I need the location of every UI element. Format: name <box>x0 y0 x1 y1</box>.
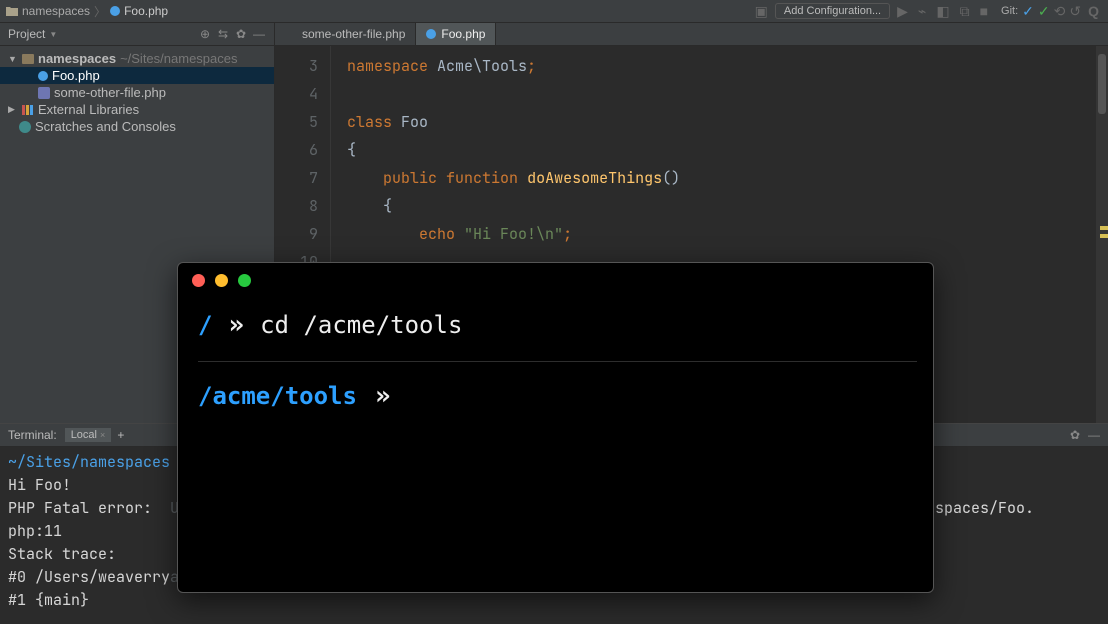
tab-foo[interactable]: Foo.php <box>416 23 496 45</box>
terminal-line: #1 {main} <box>8 590 89 610</box>
terminal-line: #0 /Users/weaverry <box>8 567 170 587</box>
arrow-right-icon: ▶ <box>8 104 18 115</box>
chevron-right-icon: 〉 <box>94 3 106 20</box>
run-icon[interactable]: ▶ <box>894 2 911 21</box>
overlay-titlebar[interactable] <box>178 263 933 297</box>
project-header: Project ▼ ⊕ ⇆ ✿ — <box>0 23 274 46</box>
terminal-line: PHP Fatal error: <box>8 498 170 518</box>
scratches-icon <box>19 121 31 133</box>
tree-root-name: namespaces <box>38 51 116 66</box>
tree-file-foo[interactable]: Foo.php <box>0 67 274 84</box>
php-class-icon <box>426 29 436 39</box>
breadcrumb-file-label: Foo.php <box>124 4 168 18</box>
tab-some-other-file[interactable]: some-other-file.php <box>275 23 416 45</box>
overlay-terminal-body[interactable]: / » cd /acme/tools /acme/tools » <box>178 297 933 592</box>
tab-label: Foo.php <box>441 27 485 41</box>
overlay-prompt-dir: /acme/tools <box>198 377 357 415</box>
terminal-line: php:11 <box>8 521 62 541</box>
tree-external-libraries[interactable]: ▶ External Libraries <box>0 101 274 118</box>
scrollbar-thumb[interactable] <box>1098 54 1106 114</box>
folder-icon <box>22 54 34 64</box>
coverage-icon[interactable]: ◧ <box>933 2 952 21</box>
terminal-tab-local[interactable]: Local × <box>65 428 112 442</box>
php-file-icon <box>285 28 297 40</box>
library-icon <box>22 105 34 115</box>
external-lib-label: External Libraries <box>38 102 139 117</box>
tree-file-label: Foo.php <box>52 68 100 83</box>
profile-icon[interactable]: ⧉ <box>957 2 973 21</box>
scratches-label: Scratches and Consoles <box>35 119 176 134</box>
terminal-prompt-dir: ~/Sites/namespaces <box>8 452 170 472</box>
overlay-prompt-dir: / <box>198 306 212 344</box>
git-history-icon[interactable]: ⟲ <box>1054 3 1066 20</box>
git-commit-icon[interactable]: ✓ <box>1038 3 1050 20</box>
overlay-command: cd /acme/tools <box>260 306 462 344</box>
window-close-icon[interactable] <box>192 274 205 287</box>
gear-icon[interactable]: ✿ <box>234 27 248 41</box>
arrow-down-icon: ▼ <box>8 54 18 64</box>
editor-scrollbar[interactable] <box>1096 46 1108 423</box>
breadcrumb-root[interactable]: namespaces <box>22 4 90 18</box>
select-opened-file-icon[interactable]: ⊕ <box>198 27 212 41</box>
tree-scratches[interactable]: Scratches and Consoles <box>0 118 274 135</box>
search-icon[interactable]: Q <box>1085 2 1102 20</box>
window-zoom-icon[interactable] <box>238 274 251 287</box>
dropdown-icon[interactable]: ▼ <box>49 30 57 39</box>
project-tree[interactable]: ▼ namespaces ~/Sites/namespaces Foo.php … <box>0 46 274 139</box>
window-minimize-icon[interactable] <box>215 274 228 287</box>
php-class-icon <box>110 6 120 16</box>
terminal-title: Terminal: <box>8 428 57 442</box>
warning-marker[interactable] <box>1100 226 1108 230</box>
stop-icon[interactable]: ■ <box>977 2 991 20</box>
add-configuration-button[interactable]: Add Configuration... <box>775 3 890 19</box>
prompt-chevron-icon: » <box>228 305 244 347</box>
tree-root[interactable]: ▼ namespaces ~/Sites/namespaces <box>0 50 274 67</box>
php-class-icon <box>38 71 48 81</box>
project-header-label[interactable]: Project <box>8 27 45 41</box>
warning-marker[interactable] <box>1100 234 1108 238</box>
device-icon[interactable]: ▣ <box>752 2 771 21</box>
debug-icon[interactable]: ⌁ <box>915 2 929 21</box>
git-revert-icon[interactable]: ↺ <box>1069 3 1081 20</box>
expand-all-icon[interactable]: ⇆ <box>216 27 230 41</box>
tree-file-label: some-other-file.php <box>54 85 166 100</box>
tree-root-path: ~/Sites/namespaces <box>120 51 237 66</box>
git-label: Git: <box>1001 5 1018 17</box>
terminal-line: Stack trace: <box>8 544 116 564</box>
terminal-new-tab[interactable]: + <box>117 428 124 442</box>
tree-file-other[interactable]: some-other-file.php <box>0 84 274 101</box>
tab-label: some-other-file.php <box>302 27 405 41</box>
git-pull-icon[interactable]: ✓ <box>1022 3 1034 20</box>
hide-icon[interactable]: — <box>252 27 266 41</box>
top-navbar: namespaces 〉 Foo.php ▣ Add Configuration… <box>0 0 1108 23</box>
overlay-line-2: /acme/tools » <box>198 376 917 418</box>
overlay-terminal-window[interactable]: / » cd /acme/tools /acme/tools » <box>177 262 934 593</box>
overlay-line-1: / » cd /acme/tools <box>198 305 917 362</box>
terminal-line: Hi Foo! <box>8 475 71 495</box>
terminal-settings-icon[interactable]: ✿ <box>1070 428 1080 442</box>
terminal-hide-icon[interactable]: — <box>1088 428 1100 442</box>
breadcrumb-file[interactable]: Foo.php <box>110 4 168 18</box>
editor-tabs: some-other-file.php Foo.php <box>275 23 1108 46</box>
folder-icon <box>6 6 18 16</box>
php-file-icon <box>38 87 50 99</box>
prompt-chevron-icon: » <box>375 376 391 418</box>
